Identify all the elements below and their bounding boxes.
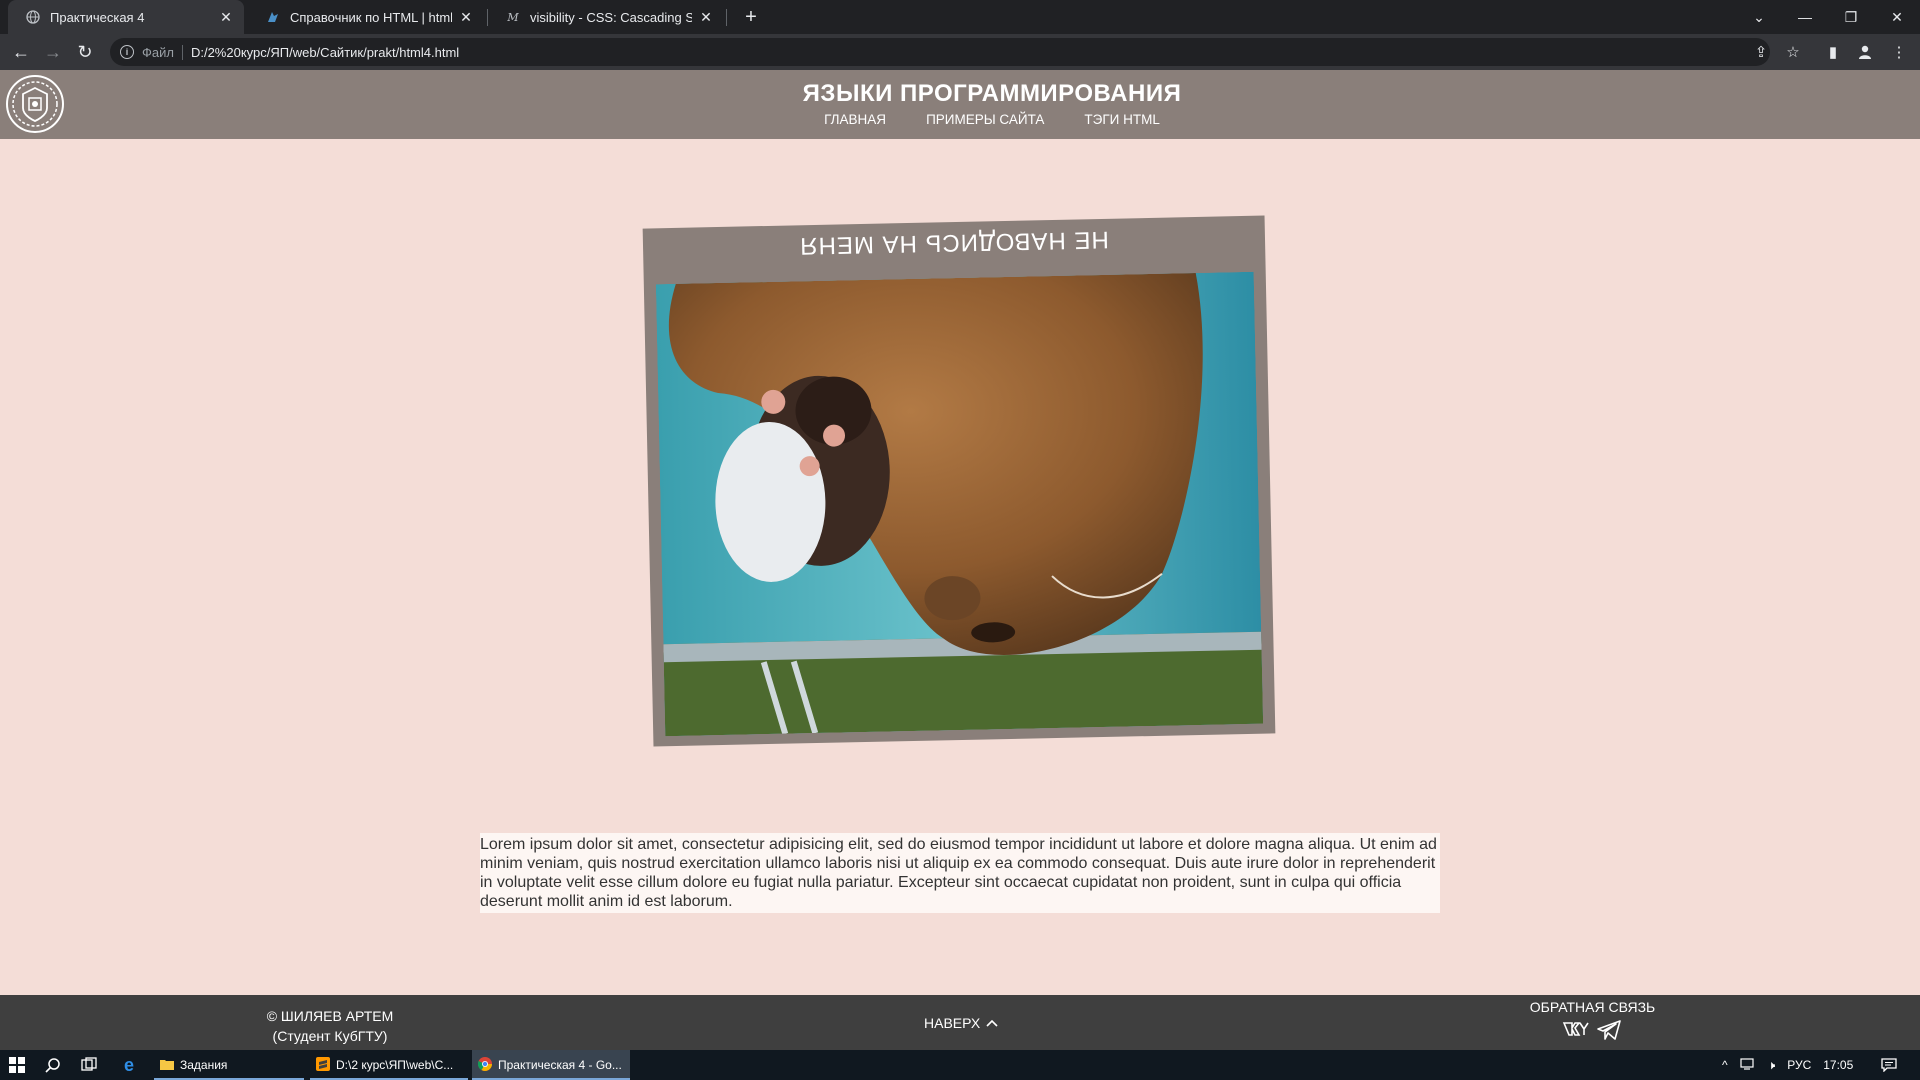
browser-tabstrip: Практическая 4 ✕ Справочник по HTML | ht… [0, 0, 1920, 34]
browser-tab[interactable]: Справочник по HTML | htmlboo ✕ [248, 0, 484, 34]
tab-divider [726, 9, 727, 26]
globe-icon [26, 10, 40, 24]
footer-author: © ШИЛЯЕВ АРТЕМ (Студент КубГТУ) [215, 1006, 445, 1046]
task-view-icon[interactable] [78, 1055, 100, 1075]
windows-start-icon[interactable] [6, 1055, 28, 1075]
search-icon[interactable] [42, 1055, 64, 1075]
scroll-top-label: НАВЕРХ [924, 1015, 981, 1031]
site-header: ЯЗЫКИ ПРОГРАММИРОВАНИЯ ГЛАВНАЯ ПРИМЕРЫ С… [0, 70, 1920, 139]
forward-icon[interactable]: → [40, 39, 66, 65]
main-nav: ГЛАВНАЯ ПРИМЕРЫ САЙТА ТЭГИ HTML [0, 112, 1920, 127]
nav-link-html-tags[interactable]: ТЭГИ HTML [1084, 112, 1159, 127]
language-indicator[interactable]: РУС [1787, 1058, 1811, 1072]
nav-link-examples[interactable]: ПРИМЕРЫ САЙТА [926, 112, 1044, 127]
tab-search-icon[interactable]: ⌄ [1736, 0, 1782, 34]
new-tab-button[interactable]: + [738, 4, 764, 30]
restore-icon[interactable]: ❐ [1828, 0, 1874, 34]
hover-card[interactable]: НЕ НАВОДИСЬ НА МЕНЯ [642, 215, 1276, 747]
site-footer: © ШИЛЯЕВ АРТЕМ (Студент КубГТУ) НАВЕРХ О… [0, 995, 1920, 1050]
tab-title: Практическая 4 [50, 9, 145, 25]
address-url[interactable]: D:/2%20курс/ЯП/web/Сайтик/prakt/html4.ht… [191, 45, 459, 60]
social-links [1562, 1019, 1622, 1046]
taskbar-app-chrome[interactable]: Практическая 4 - Go... [472, 1050, 630, 1080]
browser-menu-icon[interactable]: ⋮ [1886, 39, 1912, 65]
feedback-heading: ОБРАТНАЯ СВЯЗЬ [1529, 999, 1656, 1015]
tab-title: visibility - CSS: Cascading Style Sh [530, 9, 692, 25]
site-info-icon[interactable]: i [120, 45, 134, 59]
system-tray: ^ 🕨 РУС 17:05 [1722, 1050, 1853, 1080]
clock[interactable]: 17:05 [1823, 1058, 1853, 1072]
address-bar[interactable]: i Файл D:/2%20курс/ЯП/web/Сайтик/prakt/h… [110, 38, 1770, 66]
mdn-icon: M [507, 10, 519, 24]
taskbar-app-label: Практическая 4 - Go... [498, 1058, 622, 1072]
close-tab-icon[interactable]: ✕ [698, 9, 714, 26]
card-caption: НЕ НАВОДИСЬ НА МЕНЯ [798, 225, 1110, 260]
network-icon[interactable] [1740, 1057, 1756, 1073]
vk-icon[interactable] [1562, 1019, 1590, 1046]
sublime-icon [316, 1056, 330, 1074]
chevron-up-icon [986, 1015, 998, 1031]
author-name: © ШИЛЯЕВ АРТЕМ [266, 1008, 394, 1024]
htmlbook-icon [266, 10, 280, 24]
nav-link-home[interactable]: ГЛАВНАЯ [824, 112, 886, 127]
side-panel-icon[interactable]: ▮ [1820, 39, 1846, 65]
address-scheme: Файл [142, 44, 183, 60]
scroll-top-link[interactable]: НАВЕРХ [924, 1015, 998, 1031]
window-close-icon[interactable]: ✕ [1874, 0, 1920, 34]
back-icon[interactable]: ← [8, 39, 34, 65]
close-tab-icon[interactable]: ✕ [458, 9, 474, 26]
edge-icon[interactable]: e [118, 1055, 140, 1075]
taskbar-app-folder[interactable]: Задания [154, 1050, 304, 1080]
chrome-icon [477, 1056, 492, 1074]
lorem-paragraph: Lorem ipsum dolor sit amet, consectetur … [480, 833, 1440, 913]
close-tab-icon[interactable]: ✕ [218, 9, 234, 26]
taskbar-app-sublime[interactable]: D:\2 курс\ЯП\web\C... [310, 1050, 468, 1080]
browser-tab[interactable]: M visibility - CSS: Cascading Style Sh ✕ [488, 0, 724, 34]
author-role: (Студент КубГТУ) [272, 1028, 388, 1044]
bookmark-star-icon[interactable]: ☆ [1780, 39, 1806, 65]
browser-toolbar: ← → ↻ i Файл D:/2%20курс/ЯП/web/Сайтик/p… [0, 34, 1920, 70]
volume-icon[interactable]: 🕨 [1768, 1058, 1776, 1073]
card-frame: НЕ НАВОДИСЬ НА МЕНЯ [642, 215, 1276, 747]
browser-tab-active[interactable]: Практическая 4 ✕ [8, 0, 244, 34]
taskbar-app-label: D:\2 курс\ЯП\web\C... [336, 1058, 454, 1072]
reload-icon[interactable]: ↻ [72, 39, 98, 65]
capybara-photo [655, 271, 1264, 737]
chevron-up-icon[interactable]: ^ [1722, 1058, 1728, 1072]
tab-title: Справочник по HTML | htmlboo [290, 9, 452, 25]
notifications-icon[interactable] [1878, 1055, 1900, 1075]
profile-avatar-icon[interactable] [1852, 39, 1878, 65]
telegram-icon[interactable] [1596, 1019, 1622, 1046]
taskbar-app-label: Задания [180, 1058, 228, 1072]
folder-icon [160, 1058, 174, 1073]
share-icon[interactable]: ⇪ [1748, 39, 1774, 65]
site-title: ЯЗЫКИ ПРОГРАММИРОВАНИЯ [802, 80, 1182, 107]
windows-taskbar: e Задания D:\2 курс\ЯП\web\C... Практиче… [0, 1050, 1920, 1080]
minimize-icon[interactable]: — [1782, 0, 1828, 34]
